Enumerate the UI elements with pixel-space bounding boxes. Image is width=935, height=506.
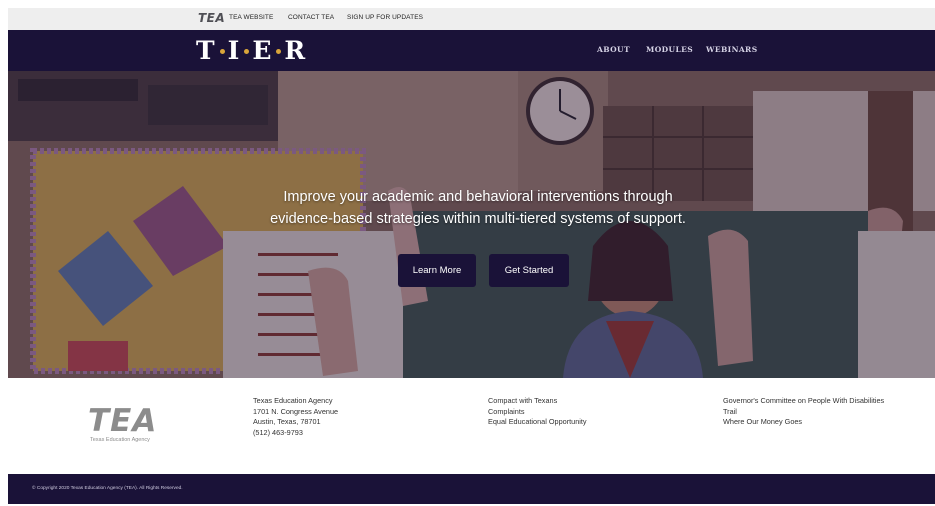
brand-letter-i: I	[227, 36, 242, 65]
footer-link-complaints[interactable]: Complaints	[488, 407, 587, 418]
brand-letter-r: R	[284, 36, 308, 65]
footer-links-col-2: Compact with Texans Complaints Equal Edu…	[488, 396, 587, 428]
copyright-text: © Copyright 2020 Texas Education Agency …	[32, 486, 183, 491]
sign-up-updates-link[interactable]: SIGN UP FOR UPDATES	[347, 14, 423, 21]
nav-about[interactable]: ABOUT	[597, 45, 630, 54]
address-line: Texas Education Agency	[253, 396, 333, 405]
brand-letter-t: T	[196, 36, 217, 65]
footer-link-governors-committee[interactable]: Governor's Committee on People With Disa…	[723, 396, 884, 407]
footer: TEA Texas Education Agency Texas Educati…	[8, 378, 935, 474]
footer-links-col-3: Governor's Committee on People With Disa…	[723, 396, 884, 428]
brand-dot	[219, 49, 225, 54]
footer-link-money[interactable]: Where Our Money Goes	[723, 417, 884, 428]
address-phone: (512) 463-9793	[253, 427, 303, 437]
tea-logo[interactable]: TEA	[198, 11, 225, 25]
get-started-button[interactable]: Get Started	[489, 254, 569, 287]
tea-website-link[interactable]: TEA WEBSITE	[229, 14, 273, 21]
hero-line-2: evidence-based strategies within multi-t…	[270, 211, 686, 227]
footer-logo-mark: TEA	[88, 403, 158, 439]
footer-tea-logo[interactable]: TEA Texas Education Agency	[88, 404, 168, 448]
hero-section: Improve your academic and behavioral int…	[8, 71, 935, 378]
nav-webinars[interactable]: WEBINARS	[706, 45, 758, 54]
main-navbar: T I E R ABOUT MODULES WEBINARS	[8, 30, 935, 71]
tier-logo[interactable]: T I E R	[196, 36, 307, 65]
utility-bar: TEA TEA WEBSITE CONTACT TEA SIGN UP FOR …	[8, 8, 935, 30]
hero-headline: Improve your academic and behavioral int…	[8, 186, 935, 230]
contact-tea-link[interactable]: CONTACT TEA	[288, 14, 334, 21]
hero-line-1: Improve your academic and behavioral int…	[283, 189, 673, 205]
brand-dot	[276, 49, 282, 54]
address-line: Austin, Texas, 78701	[253, 417, 321, 426]
address-line: 1701 N. Congress Avenue	[253, 406, 339, 416]
brand-dot	[244, 49, 250, 54]
nav-modules[interactable]: MODULES	[646, 45, 693, 54]
footer-link-trail[interactable]: Trail	[723, 407, 884, 418]
copyright-bar: © Copyright 2020 Texas Education Agency …	[8, 474, 935, 504]
brand-letter-e: E	[252, 36, 274, 65]
footer-link-compact[interactable]: Compact with Texans	[488, 396, 587, 407]
learn-more-button[interactable]: Learn More	[398, 254, 476, 287]
footer-address: Texas Education Agency 1701 N. Congress …	[253, 396, 338, 438]
footer-link-equal-opportunity[interactable]: Equal Educational Opportunity	[488, 417, 587, 428]
